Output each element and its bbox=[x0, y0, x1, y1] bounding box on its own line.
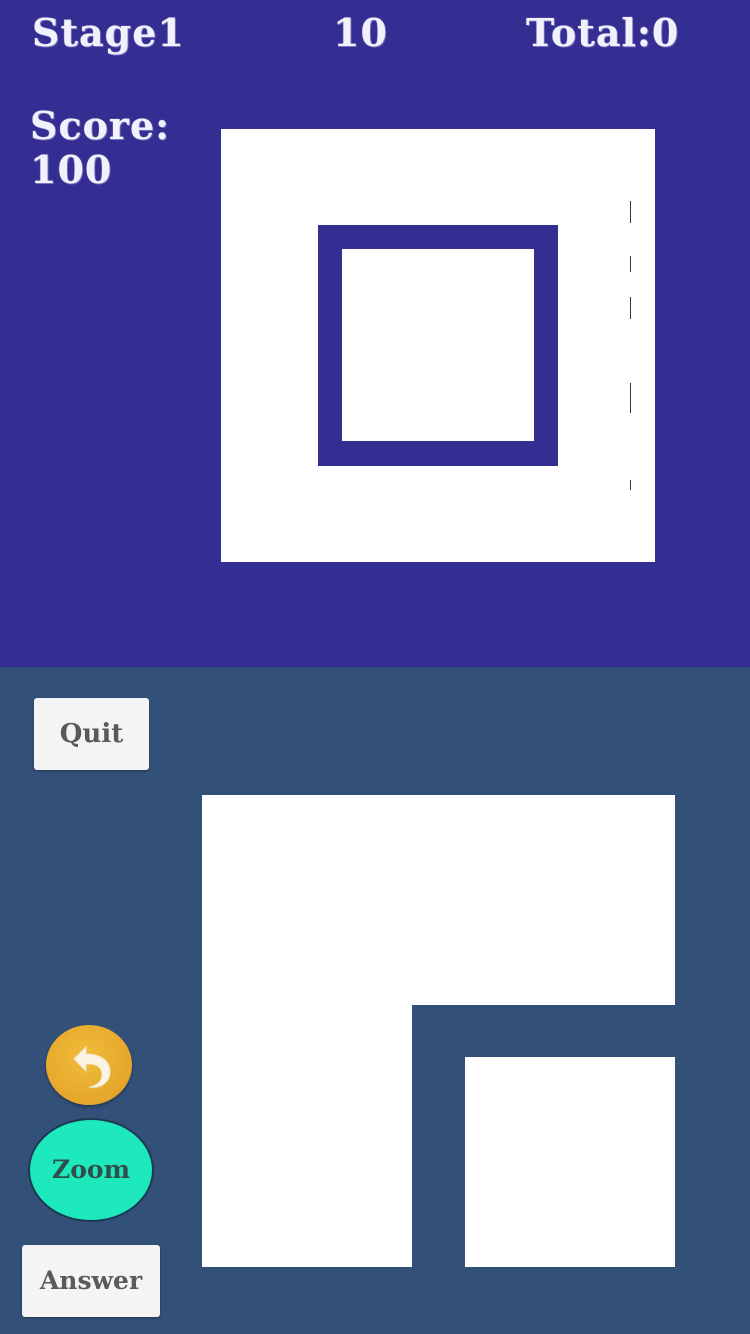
target-inner-square bbox=[342, 249, 534, 441]
total-label: Total:0 bbox=[526, 10, 680, 55]
seam-mark bbox=[630, 480, 631, 490]
score-display: Score: 100 bbox=[30, 104, 170, 192]
zoom-button[interactable]: Zoom bbox=[28, 1118, 154, 1222]
puzzle-piece-l-bottom[interactable] bbox=[202, 1004, 412, 1267]
seam-mark bbox=[630, 383, 631, 413]
quit-button[interactable]: Quit bbox=[34, 698, 149, 770]
seam-mark bbox=[630, 297, 631, 319]
target-panel: Stage1 10 Total:0 Score: 100 bbox=[0, 0, 750, 667]
puzzle-piece-square[interactable] bbox=[465, 1057, 675, 1267]
seam-mark bbox=[630, 256, 631, 272]
stage-label: Stage1 bbox=[32, 10, 185, 55]
timer-value: 10 bbox=[333, 10, 388, 55]
undo-button[interactable] bbox=[46, 1025, 132, 1105]
undo-arrow-icon bbox=[73, 1045, 111, 1088]
seam-mark bbox=[630, 201, 631, 223]
answer-button[interactable]: Answer bbox=[22, 1245, 160, 1317]
score-label: Score: bbox=[30, 103, 171, 148]
score-value: 100 bbox=[30, 147, 113, 192]
puzzle-piece-l-top[interactable] bbox=[202, 795, 675, 1005]
